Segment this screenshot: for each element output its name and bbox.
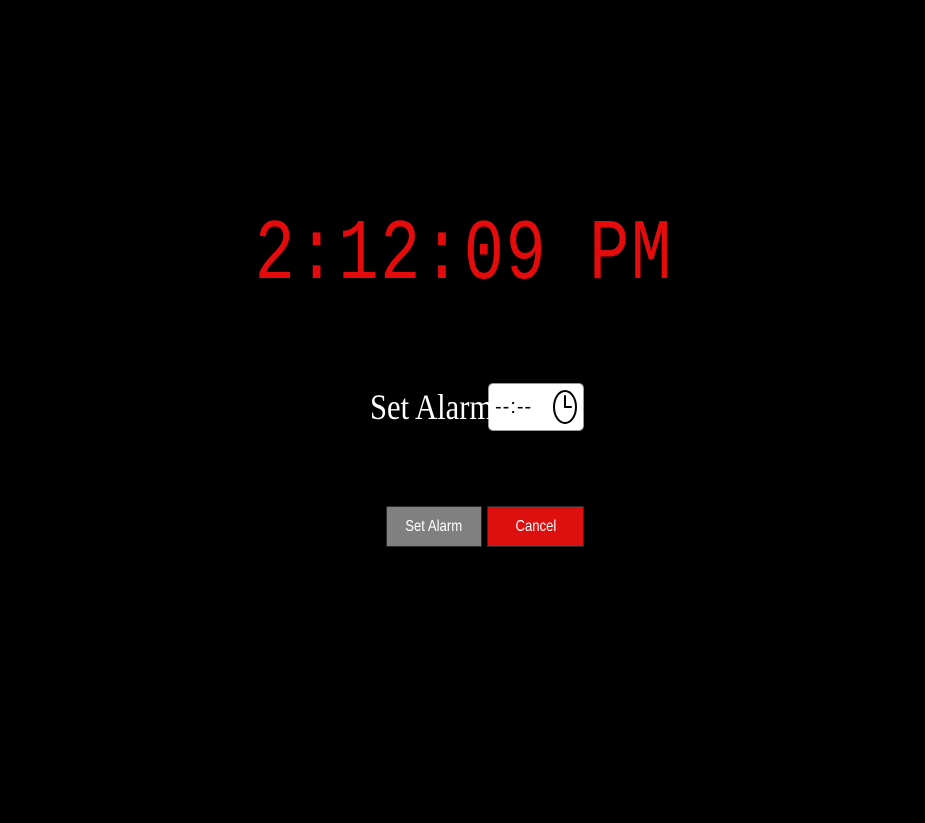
- clock-icon[interactable]: [552, 388, 578, 426]
- cancel-button[interactable]: Cancel: [487, 506, 584, 547]
- clock-display: 2:12:09 PM: [254, 206, 673, 304]
- alarm-row: Set Alarm : --:--: [370, 383, 584, 431]
- set-alarm-label: Set Alarm :: [370, 387, 510, 427]
- cancel-button-label: Cancel: [515, 517, 556, 535]
- set-alarm-button-label: Set Alarm: [405, 517, 463, 535]
- set-alarm-button[interactable]: Set Alarm: [386, 506, 482, 547]
